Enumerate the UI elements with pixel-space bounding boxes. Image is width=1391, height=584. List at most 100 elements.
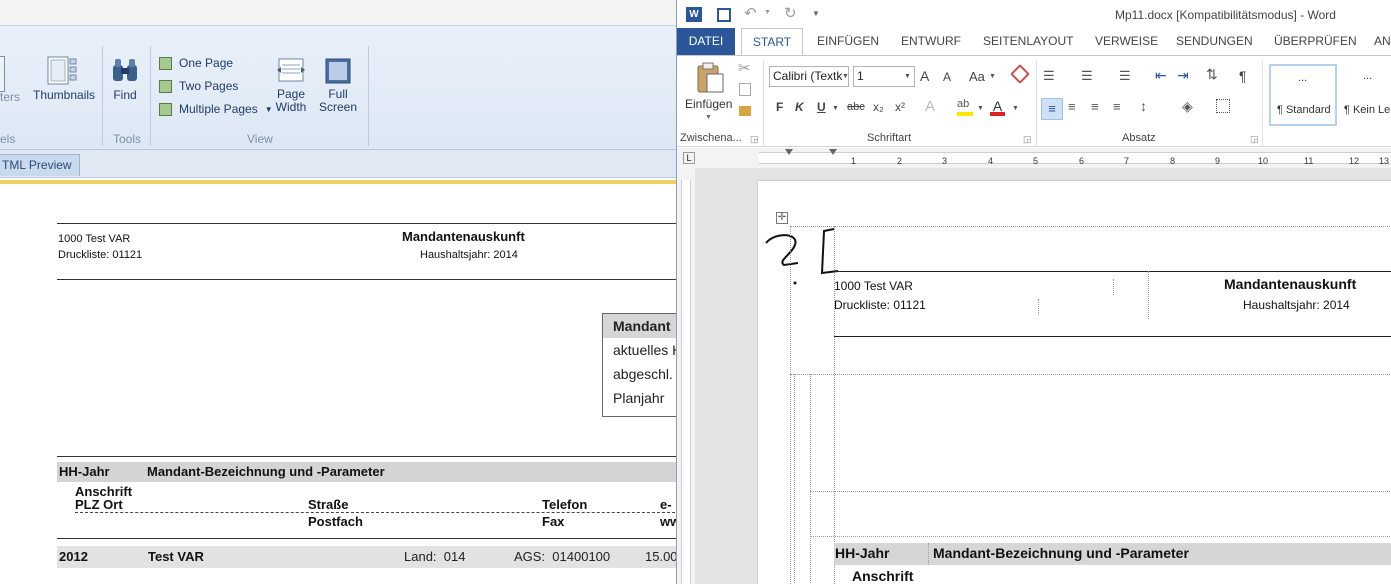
shrink-font-icon[interactable]: A: [943, 70, 951, 84]
align-center-icon[interactable]: ≡: [1068, 99, 1076, 114]
multilevel-list-icon[interactable]: ☰: [1119, 68, 1131, 84]
tab-seitenlayout[interactable]: SEITENLAYOUT: [983, 34, 1073, 48]
chevron-down-icon[interactable]: ▼: [842, 73, 849, 80]
group-label-clipboard: Zwischena...: [680, 132, 742, 144]
thumbnails-label: Thumbnails: [33, 88, 96, 102]
show-formatting-icon[interactable]: ¶: [1239, 68, 1247, 84]
dialog-launcher-icon[interactable]: ◲: [1023, 134, 1032, 145]
strikethrough-button[interactable]: abc: [847, 101, 865, 113]
full-screen-button[interactable]: Full Screen: [317, 56, 359, 114]
chevron-down-icon[interactable]: ▼: [764, 9, 771, 16]
partial-ribbon-icon[interactable]: [0, 56, 5, 92]
font-size-value: 1: [857, 69, 864, 83]
shading-icon[interactable]: ◈: [1182, 98, 1193, 115]
redo-icon[interactable]: ↻: [784, 4, 797, 22]
paste-label[interactable]: Einfügen: [685, 97, 732, 111]
two-pages-button[interactable]: Two Pages: [159, 77, 238, 95]
multiple-pages-button[interactable]: Multiple Pages ▼: [159, 100, 273, 118]
indent-marker-icon[interactable]: [829, 149, 837, 155]
subscript-button[interactable]: x₂: [873, 100, 884, 114]
partial-button-label[interactable]: ters: [0, 90, 20, 104]
chevron-down-icon[interactable]: ▼: [904, 73, 911, 80]
chevron-down-icon[interactable]: ▼: [977, 105, 984, 112]
chevron-down-icon[interactable]: ▼: [832, 105, 839, 112]
align-right-icon[interactable]: ≡: [1091, 99, 1099, 114]
tab-selector-icon[interactable]: L: [683, 152, 695, 164]
grow-font-icon[interactable]: A: [920, 68, 929, 84]
vertical-ruler-strip[interactable]: [681, 180, 691, 584]
save-icon[interactable]: [717, 8, 731, 22]
tab-datei[interactable]: DATEI: [677, 28, 735, 55]
two-pages-icon: [159, 79, 172, 93]
undo-icon[interactable]: ↶: [744, 4, 757, 22]
table-gridline: [810, 491, 1391, 492]
horizontal-ruler[interactable]: L 1 2 3 4 5 6 7 8 9 10 11 12 13: [677, 148, 1391, 168]
ribbon-separator: [763, 60, 764, 146]
table-gridline: [1113, 279, 1114, 295]
group-label-partial: els: [0, 132, 16, 146]
highlight-icon[interactable]: ab: [957, 98, 973, 116]
infobox-row: aktuelles H: [613, 342, 676, 358]
italic-button[interactable]: K: [795, 100, 804, 114]
ruler-strip[interactable]: 1 2 3 4 5 6 7 8 9 10 11 12 13: [759, 149, 1391, 166]
tab-entwurf[interactable]: ENTWURF: [901, 34, 961, 48]
underline-button[interactable]: U: [817, 100, 826, 114]
borders-icon[interactable]: [1216, 99, 1230, 113]
thumbnails-icon: [46, 56, 78, 86]
one-page-label: One Page: [179, 56, 234, 70]
chevron-down-icon[interactable]: ▼: [989, 73, 996, 80]
decrease-indent-icon[interactable]: ⇤: [1155, 67, 1167, 84]
page-width-button[interactable]: Page Width: [272, 56, 310, 114]
style-standard-label: ¶ Standard: [1277, 104, 1331, 116]
customize-qat-icon[interactable]: ▼: [812, 9, 820, 18]
increase-indent-icon[interactable]: ⇥: [1177, 67, 1189, 84]
style-no-spacing[interactable]: ... ¶ Kein Le: [1341, 64, 1391, 126]
thumbnails-button[interactable]: Thumbnails: [33, 56, 96, 102]
bullets-icon[interactable]: ☰: [1043, 68, 1055, 84]
format-painter-icon[interactable]: [739, 106, 751, 116]
paste-icon[interactable]: [695, 62, 725, 94]
tab-html-preview[interactable]: TML Preview: [0, 154, 80, 176]
ruler-number: 10: [1258, 156, 1269, 166]
justify-icon[interactable]: ≡: [1113, 99, 1121, 114]
change-case-icon[interactable]: Aa: [969, 69, 985, 84]
chevron-down-icon[interactable]: ▼: [705, 114, 712, 121]
bold-button[interactable]: F: [776, 100, 783, 114]
client-info-box: Mandant aktuelles H abgeschl. Planjahr: [602, 313, 676, 417]
tab-start[interactable]: START: [741, 28, 803, 56]
dialog-launcher-icon[interactable]: ◲: [1250, 134, 1259, 145]
word-title-bar: W ↶ ▼ ↻ ▼ Mp11.docx [Kompatibilitätsmodu…: [677, 0, 1391, 28]
ruler-number: 4: [988, 156, 994, 166]
report-print-list: Druckliste: 01121: [58, 249, 143, 261]
table-gridline: [790, 226, 1391, 227]
tab-verweise[interactable]: VERWEISE: [1095, 34, 1158, 48]
font-name-box[interactable]: Calibri (Textk: [769, 66, 849, 87]
dialog-launcher-icon[interactable]: ◲: [750, 134, 759, 145]
superscript-button[interactable]: x²: [895, 100, 905, 114]
indent-marker-icon[interactable]: [785, 149, 793, 155]
cut-icon[interactable]: ✂: [738, 59, 751, 77]
tab-einfuegen[interactable]: EINFÜGEN: [817, 34, 879, 48]
col-header-pobox: Postfach: [308, 514, 363, 529]
document-page[interactable]: ✛ 1000 Test VAR Druckliste: 01121 Mandan…: [757, 180, 1391, 584]
find-button[interactable]: Find: [108, 56, 142, 102]
font-name-value: Calibri (Textk: [773, 69, 843, 83]
style-standard[interactable]: ... ¶ Standard: [1269, 64, 1337, 126]
tab-ansicht-partial[interactable]: AN: [1374, 34, 1391, 48]
one-page-button[interactable]: One Page: [159, 54, 233, 72]
chevron-down-icon[interactable]: ▼: [1012, 105, 1019, 112]
table-gridline: [1148, 271, 1149, 319]
clear-formatting-icon[interactable]: [1010, 64, 1030, 84]
line-spacing-icon[interactable]: ↕: [1140, 98, 1147, 114]
col-header-plz-ort: PLZ Ort: [75, 497, 123, 512]
copy-icon[interactable]: [739, 83, 751, 96]
vertical-ruler[interactable]: [677, 168, 695, 584]
tab-ueberpruefen[interactable]: ÜBERPRÜFEN: [1274, 34, 1357, 48]
text-effects-icon[interactable]: A: [925, 98, 935, 115]
table-move-handle-icon[interactable]: ✛: [776, 212, 788, 224]
tab-sendungen[interactable]: SENDUNGEN: [1176, 34, 1253, 48]
align-left-icon[interactable]: ≡: [1041, 98, 1063, 120]
sort-icon[interactable]: ⇅: [1206, 66, 1218, 83]
numbering-icon[interactable]: ☰: [1081, 68, 1093, 84]
font-color-icon[interactable]: A: [990, 98, 1005, 116]
